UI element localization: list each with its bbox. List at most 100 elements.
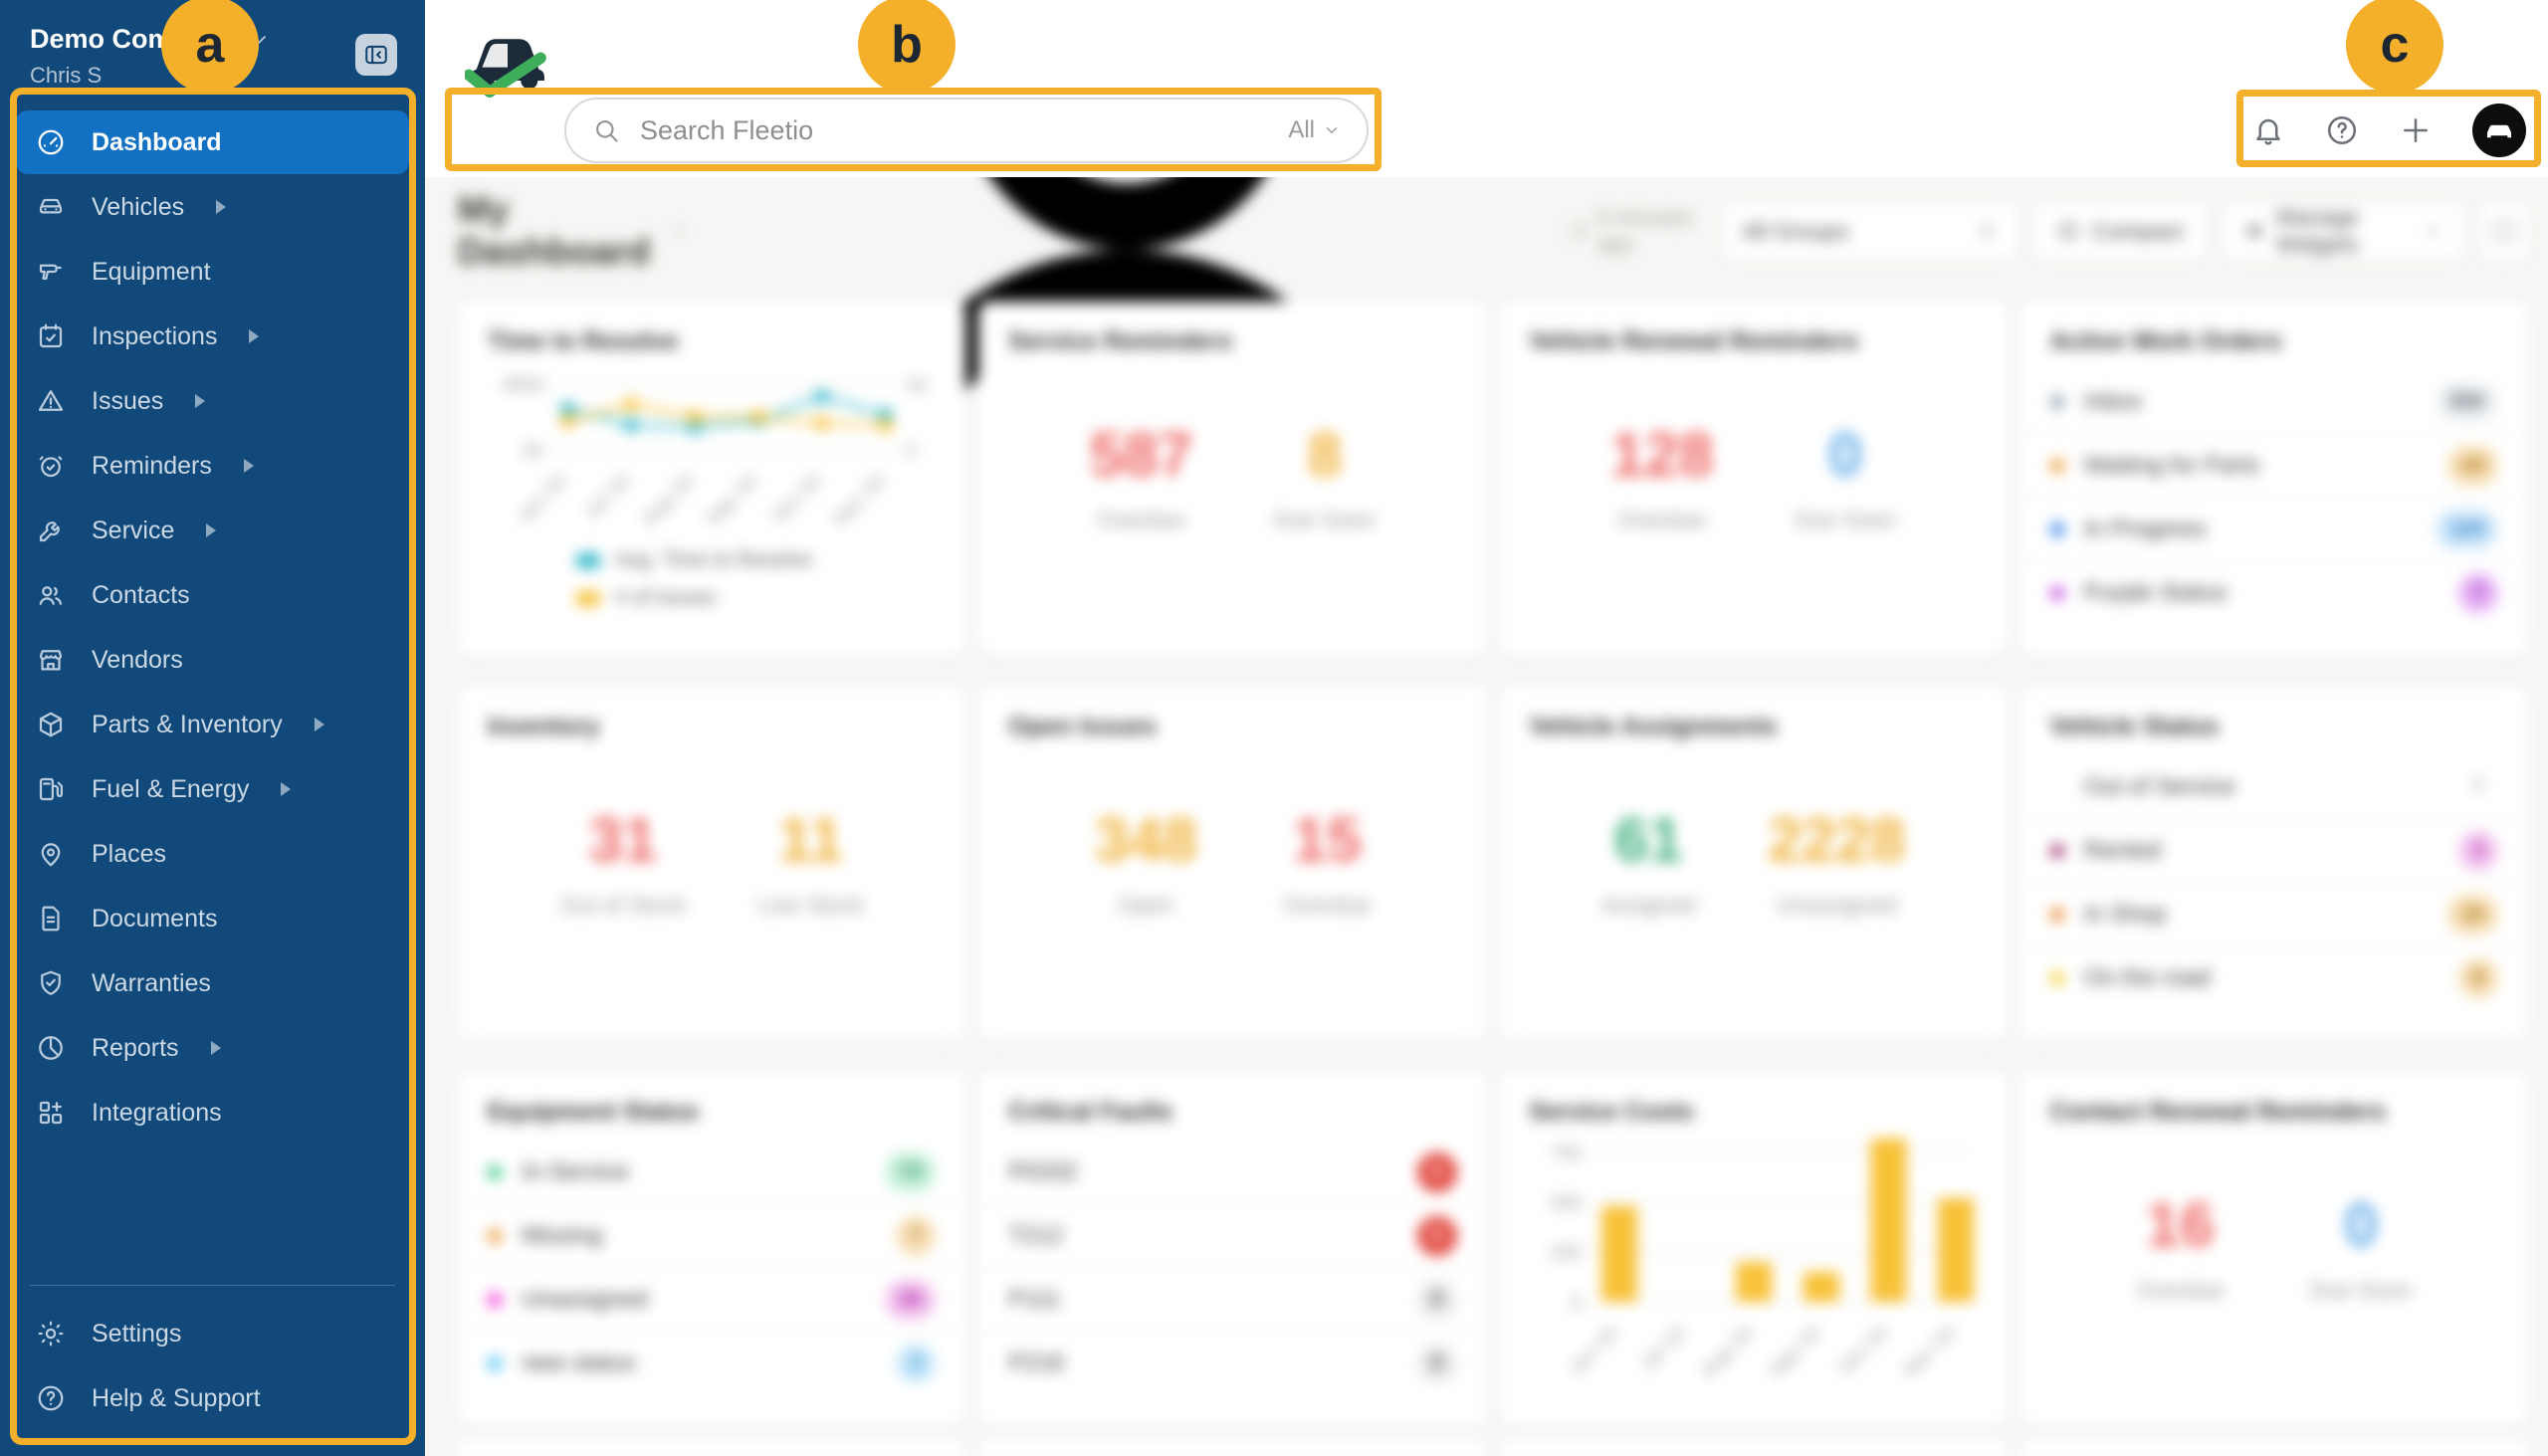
- list-item-rented[interactable]: Rented 3: [2019, 819, 2528, 883]
- sidebar-item-inspections[interactable]: Inspections: [16, 305, 409, 368]
- sidebar-item-settings[interactable]: Settings: [16, 1302, 409, 1365]
- list-item-label: P216: [1008, 1350, 1065, 1376]
- stat-overdue: 16 Overdue: [2136, 1190, 2224, 1304]
- status-list: In-Service 73 Missing 7 Unassigned 26 new stat…: [458, 1141, 966, 1395]
- widget-service-costs: Service Costs 750 500 250 0 Jun '24 Jul '24 Aug…: [1499, 1072, 2008, 1425]
- sidebar-item-equipment[interactable]: Equipment: [16, 240, 409, 304]
- count-badge: 3: [2458, 830, 2498, 871]
- sidebar-item-documents[interactable]: Documents: [16, 887, 409, 950]
- list-item-label: In Shop: [2083, 900, 2167, 928]
- sidebar-item-integrations[interactable]: Integrations: [16, 1081, 409, 1144]
- groups-filter-select[interactable]: All Groups: [1723, 202, 2017, 260]
- last-refreshed[interactable]: 0 minutes ago: [1569, 205, 1707, 257]
- widget-title: Open Issues: [1008, 713, 1157, 740]
- widget-title: Vehicle Status: [2049, 713, 2220, 740]
- notifications-bell-icon[interactable]: [2251, 113, 2285, 147]
- fullscreen-icon: [2495, 222, 2514, 240]
- sidebar-item-dashboard[interactable]: Dashboard: [16, 110, 409, 174]
- chevron-right-icon: [243, 459, 254, 473]
- chevron-right-icon: [216, 200, 227, 214]
- list-item-label: Inbox: [2083, 387, 2143, 415]
- stat-value: 587: [1089, 421, 1193, 490]
- list-item-in-progress[interactable]: In Progress 124: [2019, 498, 2528, 561]
- list-item-new-status[interactable]: new status 3: [458, 1332, 965, 1395]
- widget-title: Vehicle Assignments: [1529, 713, 1778, 740]
- sidebar-item-vendors[interactable]: Vendors: [16, 628, 409, 692]
- list-item-missing[interactable]: Missing 7: [458, 1204, 966, 1268]
- list-item-label: In Progress: [2083, 515, 2207, 542]
- widget-title: Vehicle Renewal Reminders: [1529, 327, 1859, 355]
- sidebar-item-fuel-energy[interactable]: Fuel & Energy: [16, 757, 409, 821]
- sidebar-item-reminders[interactable]: Reminders: [16, 434, 409, 498]
- dashboard-header: My Dashboard 0 minutes ago All Groups Co…: [458, 177, 2528, 558]
- sidebar-item-reports[interactable]: Reports: [16, 1016, 409, 1080]
- widget-title: Service Costs: [1529, 1098, 1694, 1126]
- sidebar-item-issues[interactable]: Issues: [16, 369, 409, 433]
- fleetio-app: Demo Company Chris S Dashboard Vehicles Eq…: [0, 0, 2548, 1456]
- topbar-actions: [2251, 96, 2526, 165]
- list-item-waiting-for-parts[interactable]: Waiting for Parts 44: [2019, 434, 2528, 498]
- list-item-p216[interactable]: P216 0: [978, 1332, 1486, 1395]
- compact-toggle-button[interactable]: Compact: [2032, 202, 2207, 260]
- quick-add-icon[interactable]: [2399, 113, 2433, 147]
- svg-text:Nov '24: Nov '24: [1899, 1322, 1959, 1381]
- list-item-in-service[interactable]: In-Service 73: [458, 1141, 966, 1204]
- list-item-inbox[interactable]: Inbox 550: [2019, 370, 2528, 434]
- company-switcher[interactable]: Demo Company: [30, 24, 397, 55]
- svg-text:750: 750: [1550, 1144, 1582, 1164]
- sidebar-item-help-support[interactable]: Help & Support: [16, 1366, 409, 1430]
- sidebar-item-warranties[interactable]: Warranties: [16, 951, 409, 1015]
- search-scope-dropdown[interactable]: All: [1288, 116, 1341, 144]
- chevron-down-icon: [2427, 227, 2439, 235]
- sidebar-item-label: Dashboard: [92, 127, 222, 156]
- sidebar-item-places[interactable]: Places: [16, 822, 409, 886]
- sidebar-item-label: Reports: [92, 1033, 179, 1062]
- list-item-unassigned[interactable]: Unassigned 26: [458, 1268, 966, 1332]
- list-item-on-the-road[interactable]: On the road 8: [2020, 946, 2528, 1010]
- sidebar-item-label: Parts & Inventory: [92, 710, 283, 738]
- list-item-p0332[interactable]: P0332 5: [978, 1141, 1487, 1204]
- dashboard-title-dropdown[interactable]: My Dashboard: [458, 189, 686, 273]
- stat-pair: 348 Open 15 Overdue: [1008, 805, 1456, 919]
- fullscreen-button[interactable]: [2480, 202, 2528, 260]
- list-item-label: Out of Service: [2083, 772, 2235, 800]
- search-icon: [596, 120, 618, 142]
- stat-label: Unassigned: [1776, 892, 1897, 918]
- status-dot: [2049, 586, 2064, 600]
- sidebar-divider: [30, 1285, 395, 1286]
- help-icon[interactable]: [2325, 113, 2359, 147]
- avatar[interactable]: [2472, 104, 2526, 157]
- list-item-out-of-service[interactable]: Out of Service 7: [2019, 755, 2528, 819]
- stat-unassigned: 2228 Unassigned: [1768, 805, 1905, 919]
- svg-text:500: 500: [1550, 1193, 1582, 1214]
- stat-value: 31: [588, 806, 658, 875]
- svg-text:Jun '24: Jun '24: [514, 470, 571, 527]
- sidebar-collapse-button[interactable]: [355, 34, 397, 76]
- stat-value: 8: [1307, 421, 1343, 490]
- widget-open-issues: Open Issues 348 Open 15 Overdue: [978, 687, 1487, 1040]
- list-item-p111[interactable]: P111 0: [978, 1268, 1487, 1332]
- list-item-label: Waiting for Parts: [2083, 451, 2260, 479]
- list-item-t212[interactable]: T212 5: [978, 1204, 1487, 1268]
- svg-text:Sep '24: Sep '24: [1765, 1322, 1824, 1381]
- search-input[interactable]: [638, 113, 1289, 147]
- stat-value: 348: [1094, 806, 1197, 875]
- contacts-icon: [39, 586, 62, 605]
- sidebar-item-contacts[interactable]: Contacts: [16, 563, 409, 627]
- sidebar-item-parts-inventory[interactable]: Parts & Inventory: [16, 693, 409, 756]
- svg-text:Nov '24: Nov '24: [830, 470, 890, 529]
- sidebar-item-vehicles[interactable]: Vehicles: [16, 175, 409, 239]
- status-dot: [2049, 907, 2064, 922]
- sidebar-item-service[interactable]: Service: [16, 499, 409, 562]
- count-badge: 0: [1416, 1344, 1457, 1383]
- select-updown-icon: [1982, 224, 1992, 238]
- svg-text:Jul '24: Jul '24: [1636, 1322, 1690, 1375]
- service-costs-chart: 750 500 250 0 Jun '24 Jul '24 Aug '24 Sep '24 Oc…: [1550, 1139, 1974, 1382]
- list-item-in-shop[interactable]: In Shop 16: [2019, 883, 2528, 946]
- svg-text:Oct '24: Oct '24: [769, 470, 826, 526]
- chevron-right-icon: [210, 1041, 221, 1055]
- svg-text:Jun '24: Jun '24: [1565, 1322, 1622, 1379]
- manage-widgets-button[interactable]: Manage Widgets: [2222, 202, 2465, 260]
- list-item-purple-status[interactable]: Purple Status 7: [2020, 561, 2528, 625]
- stat-label: Overdue: [1097, 507, 1185, 532]
